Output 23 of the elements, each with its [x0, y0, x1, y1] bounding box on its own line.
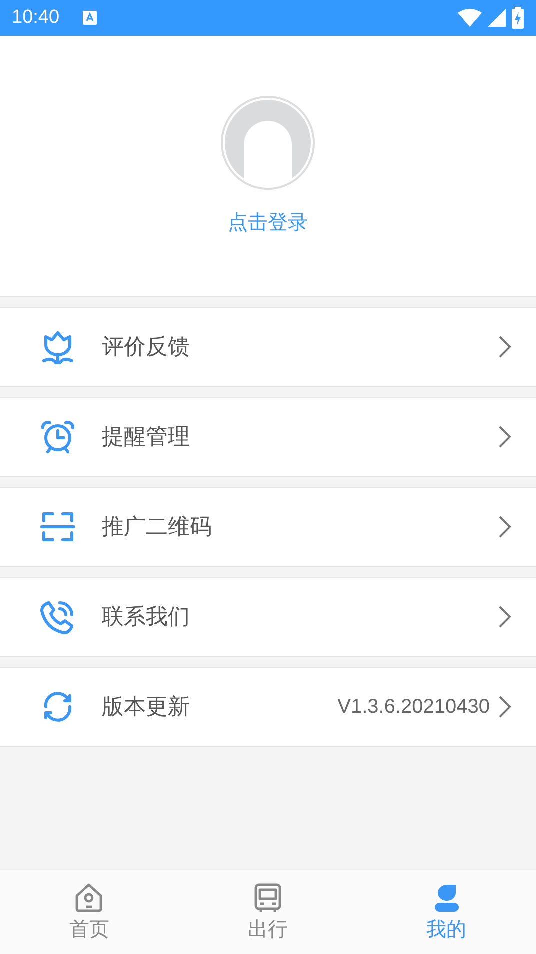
- menu-row[interactable]: 推广二维码: [0, 487, 536, 567]
- status-time: 10:40: [12, 7, 60, 29]
- menu-label: 推广二维码: [102, 514, 212, 542]
- avatar-icon: [220, 95, 316, 191]
- bus-icon: [252, 882, 284, 914]
- menu-row[interactable]: 评价反馈: [0, 307, 536, 387]
- menu-row[interactable]: 提醒管理: [0, 397, 536, 477]
- chevron-right-icon: [498, 605, 512, 629]
- menu-row[interactable]: 联系我们: [0, 577, 536, 657]
- chevron-right-icon: [498, 515, 512, 539]
- battery-icon: [512, 7, 524, 29]
- notification-icon: [82, 10, 98, 26]
- menu-label: 版本更新: [102, 694, 190, 722]
- signal-icon: [488, 9, 506, 27]
- chevron-right-icon: [498, 425, 512, 449]
- chevron-right-icon: [498, 695, 512, 719]
- menu-row[interactable]: 版本更新 V1.3.6.20210430: [0, 667, 536, 747]
- chevron-right-icon: [498, 335, 512, 359]
- wifi-icon: [458, 9, 482, 27]
- menu-label: 提醒管理: [102, 424, 190, 452]
- menu-label: 联系我们: [102, 604, 190, 632]
- version-text: V1.3.6.20210430: [338, 696, 490, 718]
- menu-label: 评价反馈: [102, 334, 190, 362]
